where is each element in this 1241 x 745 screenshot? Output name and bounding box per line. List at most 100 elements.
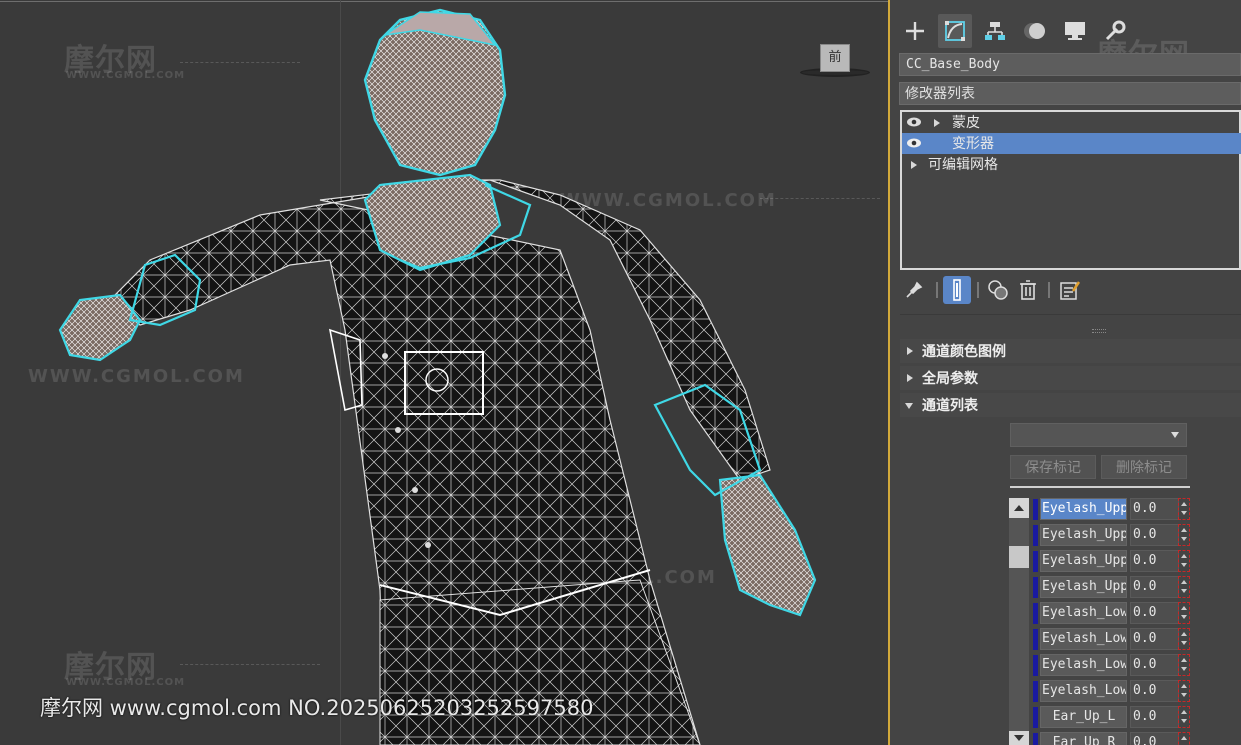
stack-item-editable-mesh[interactable]: 可编辑网格 bbox=[902, 154, 1241, 175]
front-viewport[interactable]: 摩尔网 WWW.CGMOL.COM WWW.CGMOL.COM WWW.CGMO… bbox=[0, 0, 890, 745]
channel-row[interactable]: Eyelash_Upp 0.0 bbox=[1033, 550, 1193, 572]
channel-name-button[interactable]: Eyelash_Upp bbox=[1040, 498, 1127, 520]
toolbar-separator bbox=[1048, 282, 1050, 298]
channel-color-bar bbox=[1033, 603, 1038, 624]
channel-row[interactable]: Eyelash_Low 0.0 bbox=[1033, 654, 1193, 676]
channel-value-field[interactable]: 0.0 bbox=[1130, 602, 1179, 624]
expand-icon[interactable] bbox=[911, 161, 917, 169]
save-marker-button[interactable]: 保存标记 bbox=[1010, 455, 1096, 479]
show-end-result-icon[interactable] bbox=[943, 276, 971, 304]
channel-row[interactable]: Ear_Up_R 0.0 bbox=[1033, 732, 1193, 745]
channel-row[interactable]: Eyelash_Low 0.0 bbox=[1033, 680, 1193, 702]
modify-icon[interactable] bbox=[938, 14, 972, 48]
configure-sets-icon[interactable] bbox=[1056, 276, 1084, 304]
expand-icon[interactable] bbox=[934, 119, 940, 127]
channel-spinner[interactable] bbox=[1178, 576, 1190, 598]
chevron-down-icon bbox=[1171, 432, 1179, 438]
stack-item-skin[interactable]: 蒙皮 bbox=[902, 112, 1241, 133]
channel-spinner[interactable] bbox=[1178, 602, 1190, 624]
channel-spinner[interactable] bbox=[1178, 628, 1190, 650]
collapse-icon bbox=[905, 403, 913, 409]
channel-value-field[interactable]: 0.0 bbox=[1130, 706, 1179, 728]
panel-grip[interactable] bbox=[1092, 329, 1106, 333]
stack-toolbar bbox=[900, 276, 1241, 306]
object-name-field[interactable]: CC_Base_Body bbox=[899, 53, 1241, 76]
rollout-channel-list[interactable]: 通道列表 bbox=[900, 393, 1241, 417]
rollout-label: 全局参数 bbox=[922, 370, 978, 386]
channel-spinner[interactable] bbox=[1178, 498, 1190, 520]
channel-color-bar bbox=[1033, 551, 1038, 572]
channel-name-button[interactable]: Ear_Up_L bbox=[1040, 706, 1127, 728]
channel-spinner[interactable] bbox=[1178, 706, 1190, 728]
stack-item-label: 变形器 bbox=[952, 135, 994, 151]
utilities-icon[interactable] bbox=[1098, 14, 1132, 48]
channel-value-field[interactable]: 0.0 bbox=[1130, 628, 1179, 650]
make-unique-icon[interactable] bbox=[984, 276, 1012, 304]
wireframe-character[interactable] bbox=[0, 0, 890, 745]
channel-row[interactable]: Eyelash_Low 0.0 bbox=[1033, 602, 1193, 624]
modifier-list-dropdown[interactable]: 修改器列表 bbox=[899, 82, 1241, 105]
modifier-stack[interactable]: 蒙皮 变形器 可编辑网格 bbox=[900, 110, 1241, 270]
stack-item-label: 蒙皮 bbox=[952, 114, 980, 130]
channel-spinner[interactable] bbox=[1178, 680, 1190, 702]
channel-value-field[interactable]: 0.0 bbox=[1130, 498, 1179, 520]
expand-icon bbox=[907, 374, 913, 382]
viewcube[interactable]: 前 bbox=[800, 40, 870, 80]
channel-color-bar bbox=[1033, 499, 1038, 520]
channel-value-field[interactable]: 0.0 bbox=[1130, 732, 1179, 745]
motion-icon[interactable] bbox=[1018, 14, 1052, 48]
channel-list-divider bbox=[1010, 486, 1190, 488]
panel-divider bbox=[900, 314, 1241, 315]
channel-name-button[interactable]: Eyelash_Low bbox=[1040, 680, 1127, 702]
remove-modifier-icon[interactable] bbox=[1014, 276, 1042, 304]
scroll-down-button[interactable] bbox=[1009, 731, 1029, 745]
channel-spinner[interactable] bbox=[1178, 654, 1190, 676]
channel-value-field[interactable]: 0.0 bbox=[1130, 524, 1179, 546]
pin-stack-icon[interactable] bbox=[900, 276, 928, 304]
expand-icon bbox=[907, 347, 913, 355]
channel-name-button[interactable]: Eyelash_Low bbox=[1040, 628, 1127, 650]
channel-scrollbar[interactable] bbox=[1009, 498, 1029, 745]
eye-icon[interactable] bbox=[906, 116, 922, 128]
command-panel-tabs bbox=[892, 10, 1241, 48]
channel-row[interactable]: Ear_Up_L 0.0 bbox=[1033, 706, 1193, 728]
channel-spinner[interactable] bbox=[1178, 524, 1190, 546]
scroll-up-button[interactable] bbox=[1009, 498, 1029, 518]
display-icon[interactable] bbox=[1058, 14, 1092, 48]
channel-name-button[interactable]: Eyelash_Upp bbox=[1040, 576, 1127, 598]
viewcube-front-face[interactable]: 前 bbox=[820, 44, 850, 72]
channel-row[interactable]: Eyelash_Upp 0.0 bbox=[1033, 576, 1193, 598]
delete-marker-button[interactable]: 删除标记 bbox=[1101, 455, 1187, 479]
channel-name-button[interactable]: Eyelash_Low bbox=[1040, 602, 1127, 624]
channel-row[interactable]: Eyelash_Upp 0.0 bbox=[1033, 524, 1193, 546]
rollout-label: 通道列表 bbox=[922, 397, 978, 413]
scroll-thumb[interactable] bbox=[1009, 546, 1029, 568]
eye-icon[interactable] bbox=[906, 137, 922, 149]
stack-item-morpher[interactable]: 变形器 bbox=[902, 133, 1241, 154]
channel-value-field[interactable]: 0.0 bbox=[1130, 680, 1179, 702]
marker-dropdown[interactable] bbox=[1010, 423, 1187, 447]
channel-name-button[interactable]: Eyelash_Upp bbox=[1040, 524, 1127, 546]
rollout-channel-color-legend[interactable]: 通道颜色图例 bbox=[900, 339, 1241, 363]
rollout-global-parameters[interactable]: 全局参数 bbox=[900, 366, 1241, 390]
channel-name-button[interactable]: Eyelash_Upp bbox=[1040, 550, 1127, 572]
channel-value-field[interactable]: 0.0 bbox=[1130, 654, 1179, 676]
channel-color-bar bbox=[1033, 655, 1038, 676]
channel-value-field[interactable]: 0.0 bbox=[1130, 576, 1179, 598]
channel-color-bar bbox=[1033, 707, 1038, 728]
channel-spinner[interactable] bbox=[1178, 550, 1190, 572]
channel-row[interactable]: Eyelash_Upp 0.0 bbox=[1033, 498, 1193, 520]
channel-value-field[interactable]: 0.0 bbox=[1130, 550, 1179, 572]
create-icon[interactable] bbox=[898, 14, 932, 48]
channel-row[interactable]: Eyelash_Low 0.0 bbox=[1033, 628, 1193, 650]
footer-watermark: 摩尔网 www.cgmol.com NO.2025062520325259758… bbox=[40, 696, 594, 720]
channel-name-button[interactable]: Ear_Up_R bbox=[1040, 732, 1127, 745]
channel-color-bar bbox=[1033, 681, 1038, 702]
channel-name-button[interactable]: Eyelash_Low bbox=[1040, 654, 1127, 676]
channel-color-bar bbox=[1033, 525, 1038, 546]
channel-spinner[interactable] bbox=[1178, 732, 1190, 745]
channel-color-bar bbox=[1033, 577, 1038, 598]
hierarchy-icon[interactable] bbox=[978, 14, 1012, 48]
rollout-label: 通道颜色图例 bbox=[922, 343, 1006, 359]
toolbar-separator bbox=[977, 282, 979, 298]
